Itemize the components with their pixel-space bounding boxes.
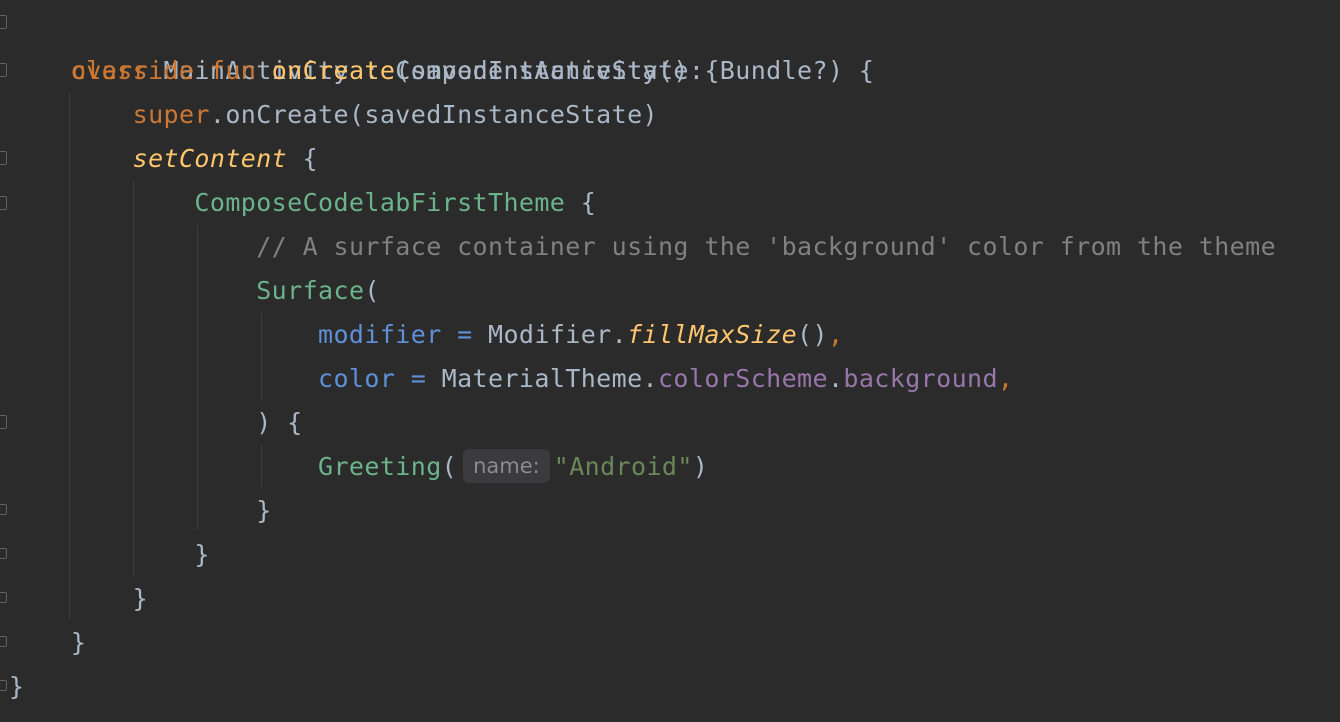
code-text: ): [692, 452, 709, 481]
named-argument-token: color: [318, 364, 396, 393]
keyword-token: override fun: [70, 56, 257, 85]
code-line-3[interactable]: super.onCreate(savedInstanceState): [9, 93, 658, 137]
fold-marker-icon[interactable]: [0, 63, 7, 77]
fold-end-marker-icon[interactable]: [0, 548, 7, 559]
extension-function-token: fillMaxSize: [627, 320, 798, 349]
fold-end-marker-icon[interactable]: [0, 592, 7, 603]
comma-token: ,: [827, 320, 844, 349]
code-line-16[interactable]: }: [9, 665, 24, 709]
code-line-4[interactable]: setContent {: [9, 137, 318, 181]
string-literal-token: "Android": [553, 452, 693, 481]
code-text: {: [565, 188, 597, 217]
code-text: .onCreate(savedInstanceState): [209, 100, 658, 129]
code-text: (: [441, 452, 458, 481]
operator-token: =: [395, 364, 442, 393]
code-line-11[interactable]: Greeting(name: "Android"): [9, 445, 708, 489]
code-line-10[interactable]: ) {: [9, 401, 303, 445]
closing-brace: }: [194, 540, 210, 569]
fold-marker-icon[interactable]: [0, 151, 7, 165]
composable-call-token: setContent: [132, 144, 288, 173]
code-editor[interactable]: class MainActivity : ComponentActivity()…: [0, 0, 1340, 722]
closing-brace: }: [9, 672, 25, 701]
code-text: Modifier.: [488, 320, 628, 349]
composable-call-token: ComposeCodelabFirstTheme: [194, 188, 566, 217]
fold-marker-icon[interactable]: [0, 15, 7, 29]
code-line-6[interactable]: // A surface container using the 'backgr…: [9, 225, 1276, 269]
code-text: (savedInstanceState: Bundle?) {: [395, 56, 875, 85]
fold-end-marker-icon[interactable]: [0, 636, 7, 647]
composable-call-token: Greeting: [318, 452, 442, 481]
code-line-9[interactable]: color = MaterialTheme.colorScheme.backgr…: [9, 357, 1013, 401]
fold-end-marker-icon[interactable]: [0, 680, 7, 691]
parameter-name-hint: name:: [463, 449, 550, 483]
closing-brace: }: [256, 496, 272, 525]
code-text: (): [797, 320, 828, 349]
named-argument-token: modifier: [318, 320, 442, 349]
property-token: colorScheme: [657, 364, 828, 393]
code-text: (: [364, 276, 380, 305]
code-line-2[interactable]: override fun onCreate(savedInstanceState…: [9, 49, 874, 93]
closing-brace: }: [132, 584, 149, 613]
code-text: .: [827, 364, 844, 393]
code-line-13[interactable]: }: [9, 533, 210, 577]
code-line-7[interactable]: Surface(: [9, 269, 380, 313]
code-text: {: [287, 144, 319, 173]
fold-marker-icon[interactable]: [0, 415, 7, 429]
operator-token: =: [441, 320, 489, 349]
code-line-5[interactable]: ComposeCodelabFirstTheme {: [9, 181, 596, 225]
fold-end-marker-icon[interactable]: [0, 504, 7, 515]
code-text: MaterialTheme.: [441, 364, 658, 393]
code-line-12[interactable]: }: [9, 489, 272, 533]
code-text: ) {: [256, 408, 303, 437]
closing-brace: }: [70, 628, 87, 657]
code-line-15[interactable]: }: [9, 621, 86, 665]
composable-call-token: Surface: [256, 276, 365, 305]
code-line-8[interactable]: modifier = Modifier.fillMaxSize(),: [9, 313, 843, 357]
fold-marker-icon[interactable]: [0, 196, 7, 210]
function-name-token: onCreate: [271, 56, 396, 85]
comment-token: // A surface container using the 'backgr…: [256, 232, 1277, 261]
keyword-token: super: [132, 100, 210, 129]
property-token: background: [843, 364, 998, 393]
code-line-14[interactable]: }: [9, 577, 148, 621]
code-line-1[interactable]: class MainActivity : ComponentActivity()…: [9, 5, 720, 85]
comma-token: ,: [997, 364, 1014, 393]
